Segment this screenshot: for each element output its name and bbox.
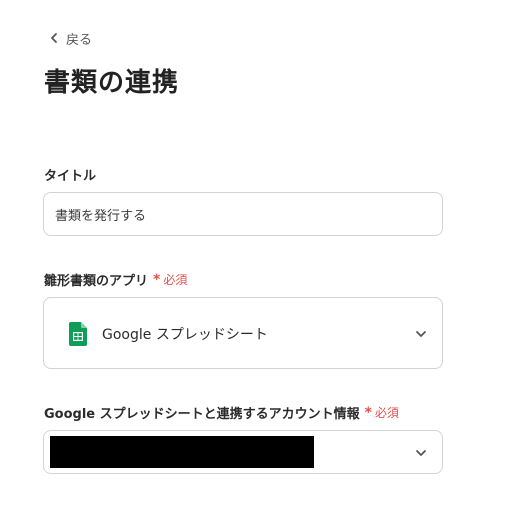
- google-sheets-icon: [69, 322, 87, 346]
- back-link[interactable]: 戻る: [48, 29, 93, 48]
- required-badge: * 必須: [153, 271, 187, 288]
- account-field-label: Google スプレッドシートと連携するアカウント情報 * 必須: [44, 403, 399, 423]
- template-app-field-label: 雛形書類のアプリ * 必須: [44, 270, 187, 290]
- required-star-icon: *: [153, 271, 161, 288]
- page-title: 書類の連携: [44, 68, 180, 98]
- chevron-down-icon: [416, 450, 426, 456]
- required-text: 必須: [163, 273, 188, 287]
- template-app-selected-value: Google スプレッドシート: [102, 327, 268, 343]
- account-select[interactable]: [43, 430, 443, 474]
- required-text: 必須: [374, 406, 399, 420]
- page: 戻る 書類の連携 タイトル 雛形書類のアプリ * 必須 Google スプレッド…: [0, 0, 508, 514]
- account-label-text: Google スプレッドシートと連携するアカウント情報: [44, 407, 360, 422]
- title-label-text: タイトル: [44, 169, 97, 184]
- back-link-label: 戻る: [66, 32, 93, 48]
- redacted-account-value: [50, 436, 314, 468]
- title-field-label: タイトル: [44, 165, 96, 184]
- template-app-select[interactable]: Google スプレッドシート: [43, 297, 443, 369]
- chevron-left-icon: [51, 33, 57, 43]
- required-badge: * 必須: [365, 404, 399, 421]
- chevron-down-icon: [416, 331, 426, 337]
- template-app-label-text: 雛形書類のアプリ: [44, 274, 149, 289]
- title-input[interactable]: [43, 192, 443, 236]
- required-star-icon: *: [364, 404, 372, 421]
